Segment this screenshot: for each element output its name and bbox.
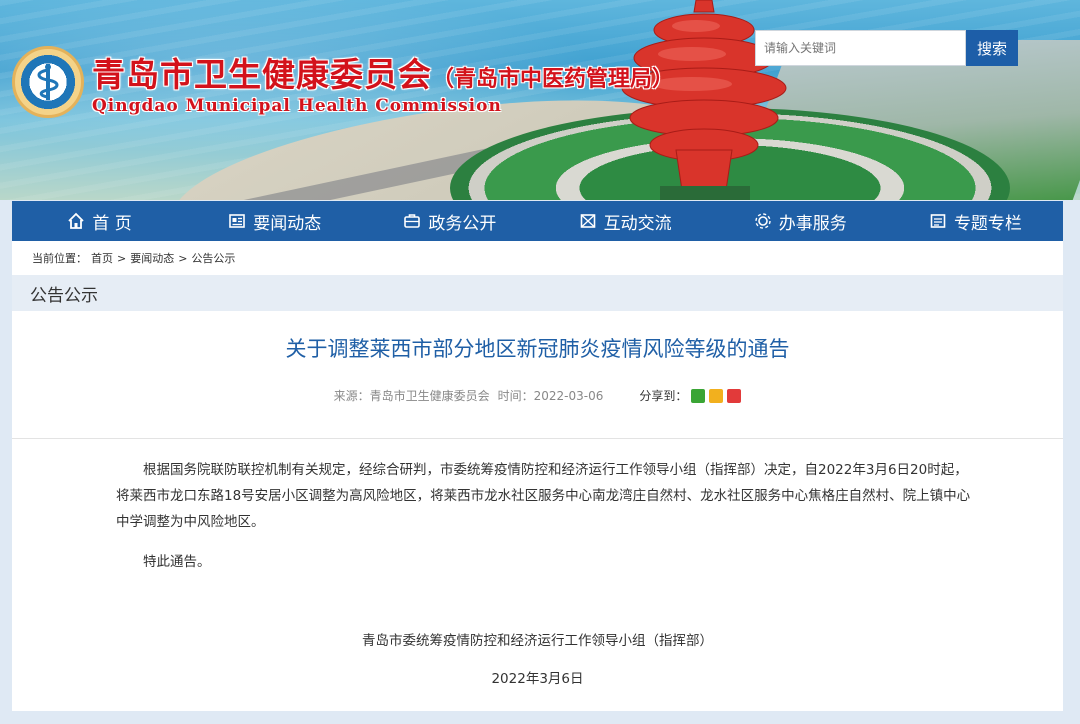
nav-label: 互动交流 <box>603 213 672 234</box>
nav-item-home[interactable]: 首 页 <box>12 201 187 241</box>
nav-item-topics[interactable]: 专题专栏 <box>888 201 1063 241</box>
article-meta: 来源：青岛市卫生健康委员会 时间：2022-03-06 分享到： <box>12 387 1063 404</box>
home-icon <box>68 212 85 229</box>
section-title: 公告公示 <box>12 275 1063 311</box>
article-date: 2022年3月6日 <box>491 671 584 687</box>
article-body: 根据国务院联防联控机制有关规定，经综合研判，市委统筹疫情防控和经济运行工作领导小… <box>12 439 1063 575</box>
interact-icon <box>580 214 595 228</box>
breadcrumb: 当前位置： 首页 > 要闻动态 > 公告公示 <box>12 241 1063 275</box>
nav-label: 专题专栏 <box>953 213 1022 234</box>
site-subtitle: （青岛市中医药管理局） <box>432 66 675 92</box>
site-logo[interactable]: 青岛市卫生健康委员会 （青岛市中医药管理局） Qingdao Municipal… <box>12 46 674 118</box>
article-paragraph: 特此通告。 <box>143 554 211 570</box>
breadcrumb-separator: > <box>178 251 188 265</box>
header-banner: 青岛市卫生健康委员会 （青岛市中医药管理局） Qingdao Municipal… <box>0 0 1080 200</box>
search-button[interactable]: 搜索 <box>966 30 1018 66</box>
breadcrumb-notice-link[interactable]: 公告公示 <box>191 250 235 266</box>
share-label: 分享到： <box>639 389 688 403</box>
weibo-share-icon[interactable] <box>727 388 742 403</box>
site-title: 青岛市卫生健康委员会 <box>92 55 432 94</box>
article-paragraph: 根据国务院联防联控机制有关规定，经综合研判，市委统筹疫情防控和经济运行工作领导小… <box>116 462 971 530</box>
briefcase-icon <box>404 214 421 228</box>
service-icon <box>755 213 771 229</box>
article-title: 关于调整莱西市部分地区新冠肺炎疫情风险等级的通告 <box>285 337 790 361</box>
article-source: 来源：青岛市卫生健康委员会 <box>333 389 490 403</box>
health-emblem-icon <box>12 46 84 118</box>
nav-label: 政务公开 <box>428 213 497 234</box>
nav-item-services[interactable]: 办事服务 <box>713 201 888 241</box>
nav-label: 首 页 <box>92 213 132 234</box>
search-input[interactable] <box>755 30 966 66</box>
topic-icon <box>930 214 946 228</box>
wechat-share-icon[interactable] <box>691 388 706 403</box>
main-nav: 首 页 要闻动态 政务公开 互动交流 办事服务 专题专栏 <box>12 201 1063 241</box>
breadcrumb-news-link[interactable]: 要闻动态 <box>130 250 174 266</box>
share-bar: 分享到： <box>639 387 742 404</box>
nav-item-news[interactable]: 要闻动态 <box>187 201 362 241</box>
content-panel: 当前位置： 首页 > 要闻动态 > 公告公示 公告公示 关于调整莱西市部分地区新… <box>12 241 1063 711</box>
breadcrumb-separator: > <box>117 251 127 265</box>
site-title-english: Qingdao Municipal Health Commission <box>92 96 502 116</box>
news-icon <box>229 214 246 228</box>
nav-label: 要闻动态 <box>253 213 322 234</box>
nav-item-gov-affairs[interactable]: 政务公开 <box>362 201 537 241</box>
nav-label: 办事服务 <box>778 213 847 234</box>
qzone-share-icon[interactable] <box>709 388 724 403</box>
search-box: 搜索 <box>755 30 1018 66</box>
breadcrumb-home-link[interactable]: 首页 <box>91 250 113 266</box>
article-signature: 青岛市委统筹疫情防控和经济运行工作领导小组（指挥部） <box>362 633 713 649</box>
article-time: 时间：2022-03-06 <box>497 389 604 403</box>
breadcrumb-prefix: 当前位置： <box>32 252 87 265</box>
nav-item-interaction[interactable]: 互动交流 <box>538 201 713 241</box>
